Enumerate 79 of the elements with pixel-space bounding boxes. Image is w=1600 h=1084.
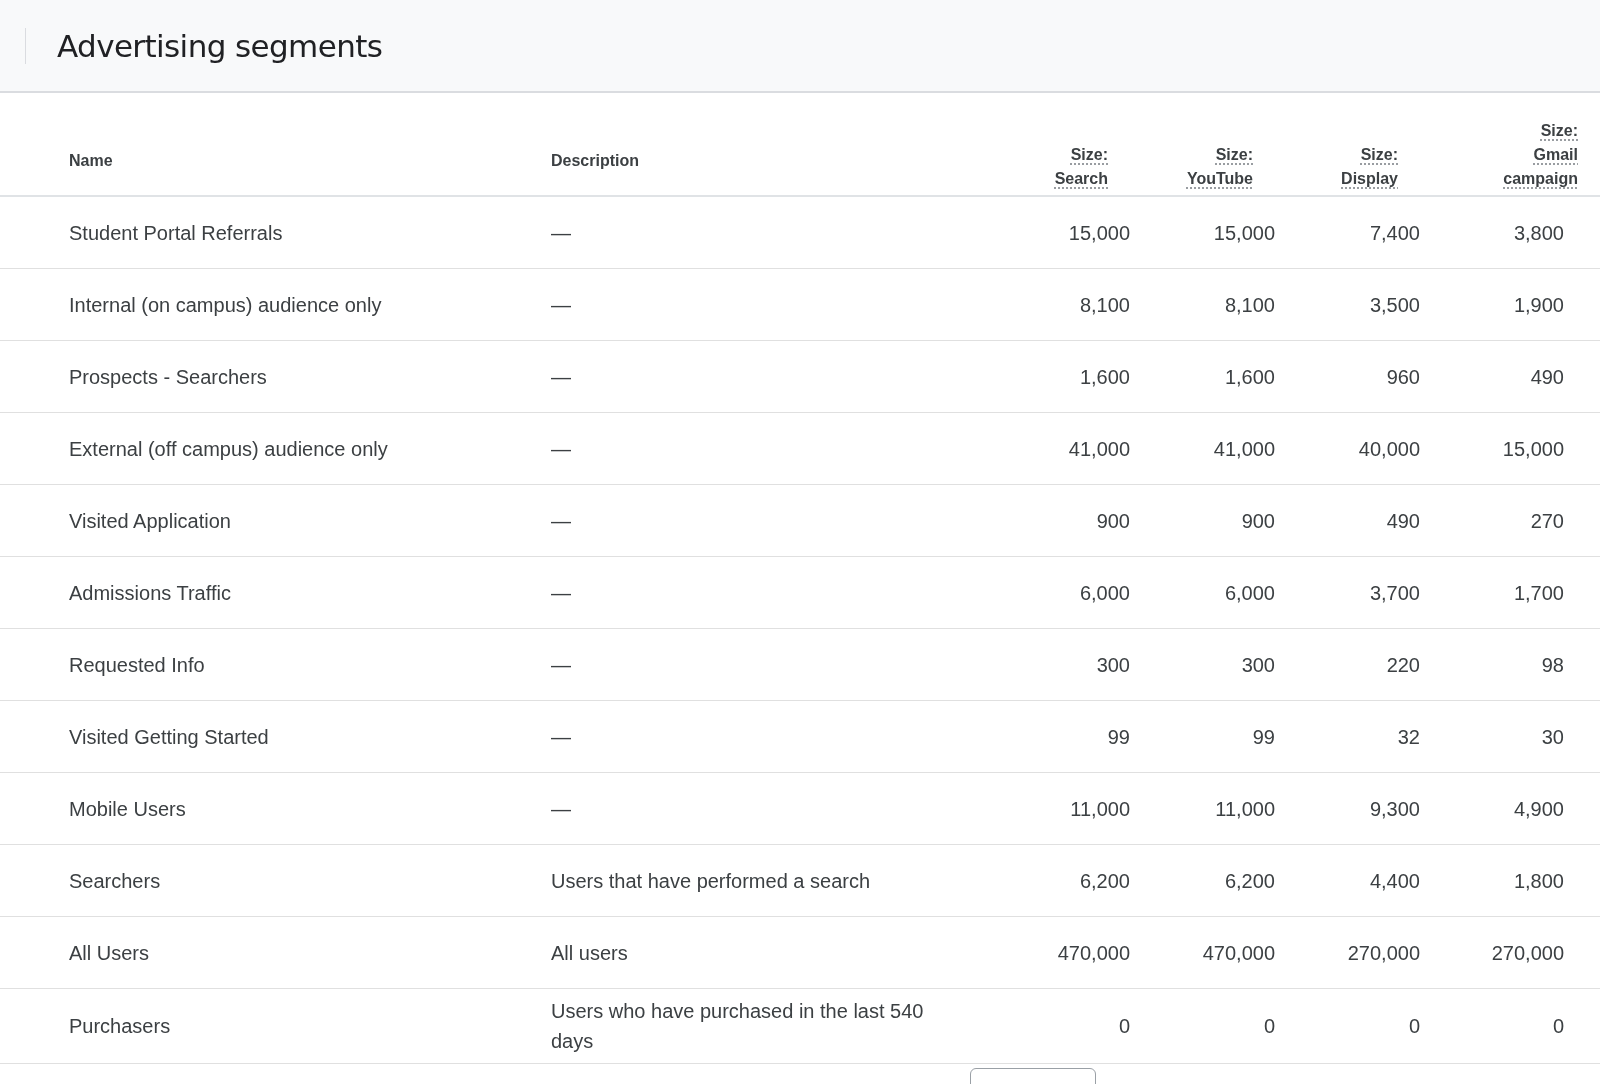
table-cell: 15,000 (1502, 437, 1564, 460)
table-cell: 4,900 (1513, 797, 1564, 820)
table-cell: 0 (1552, 1015, 1564, 1037)
table-cell: 6,000 (1079, 581, 1130, 604)
table-cell: 270 (1530, 509, 1564, 532)
table-cell: 220 (1386, 653, 1420, 676)
table-cell: 270,000 (1491, 941, 1564, 964)
table-cell: Internal (on campus) audience only (69, 293, 382, 316)
table-cell: 490 (1386, 509, 1420, 532)
table-cell: All users (551, 941, 628, 964)
table-cell: Users that have performed a search (551, 869, 871, 892)
column-header: Size: Display (1340, 145, 1398, 189)
table-cell: 0 (1408, 1015, 1420, 1037)
table-cell: 11,000 (1215, 797, 1275, 820)
table-cell: — (551, 581, 571, 604)
table-cell: 1,600 (1079, 365, 1130, 388)
table-cell: 6,200 (1079, 869, 1130, 892)
table-cell: Admissions Traffic (69, 581, 231, 604)
table-cell: 8,100 (1079, 293, 1130, 316)
table-cell: 7,400 (1369, 221, 1420, 244)
table-cell: Prospects - Searchers (69, 365, 267, 388)
table-cell: 8,100 (1224, 293, 1275, 316)
table-cell: — (551, 725, 571, 748)
table-cell: Visited Application (69, 509, 231, 532)
table-cell: 6,200 (1224, 869, 1275, 892)
table-cell: 30 (1541, 725, 1564, 748)
table-cell: 3,700 (1369, 581, 1420, 604)
table-cell: — (551, 797, 571, 820)
column-header: Name (69, 151, 113, 171)
table-cell: 40,000 (1358, 437, 1420, 460)
table-cell: Searchers (69, 869, 161, 892)
table-cell: 32 (1397, 725, 1420, 748)
table-cell: 9,300 (1369, 797, 1420, 820)
table-cell: — (551, 365, 571, 388)
table-cell: 98 (1541, 653, 1564, 676)
table-cell: 6,000 (1224, 581, 1275, 604)
table-cell: — (551, 221, 571, 244)
table-cell: 960 (1386, 365, 1420, 388)
table-cell: 900 (1241, 509, 1275, 532)
table-cell: 490 (1530, 365, 1564, 388)
table-cell: Mobile Users (69, 797, 186, 820)
table-cell: 0 (1263, 1015, 1275, 1037)
table-cell: 15,000 (1213, 221, 1275, 244)
table-cell: Users who have purchased in the last 540 days (551, 1000, 924, 1052)
column-header: Description (551, 151, 639, 171)
table-cell: 300 (1096, 653, 1130, 676)
table-cell: 15,000 (1068, 221, 1130, 244)
table-cell: 99 (1252, 725, 1275, 748)
table-cell: 41,000 (1213, 437, 1275, 460)
table-cell: — (551, 293, 571, 316)
column-header: Size: Gmail campaign (1502, 121, 1578, 189)
table-cell: External (off campus) audience only (69, 437, 388, 460)
table-cell: 3,500 (1369, 293, 1420, 316)
table-cell: — (551, 653, 571, 676)
table-cell: 1,700 (1513, 581, 1564, 604)
table-cell: Student Portal Referrals (69, 221, 283, 244)
column-header: Size: YouTube (1185, 145, 1253, 189)
table-cell: 0 (1118, 1015, 1130, 1037)
table-cell: 11,000 (1070, 797, 1130, 820)
table-cell: All Users (69, 941, 149, 964)
table-cell: 1,900 (1513, 293, 1564, 316)
table-cell: Purchasers (69, 1015, 171, 1037)
table-cell: Requested Info (69, 653, 205, 676)
table-cell: 41,000 (1068, 437, 1130, 460)
table-cell: 300 (1241, 653, 1275, 676)
page-title: Advertising segments (57, 27, 383, 64)
table-cell: 1,800 (1513, 869, 1564, 892)
table-cell: 3,800 (1513, 221, 1564, 244)
column-header: Size: Search (1053, 145, 1108, 189)
table-cell: 4,400 (1369, 869, 1420, 892)
table-cell: Visited Getting Started (69, 725, 269, 748)
table-cell: 270,000 (1347, 941, 1420, 964)
table-cell: 99 (1107, 725, 1130, 748)
table-cell: 900 (1096, 509, 1130, 532)
table-cell: 470,000 (1057, 941, 1130, 964)
table-cell: — (551, 509, 571, 532)
table-cell: 470,000 (1202, 941, 1275, 964)
table-cell: — (551, 437, 571, 460)
table-cell: 1,600 (1224, 365, 1275, 388)
